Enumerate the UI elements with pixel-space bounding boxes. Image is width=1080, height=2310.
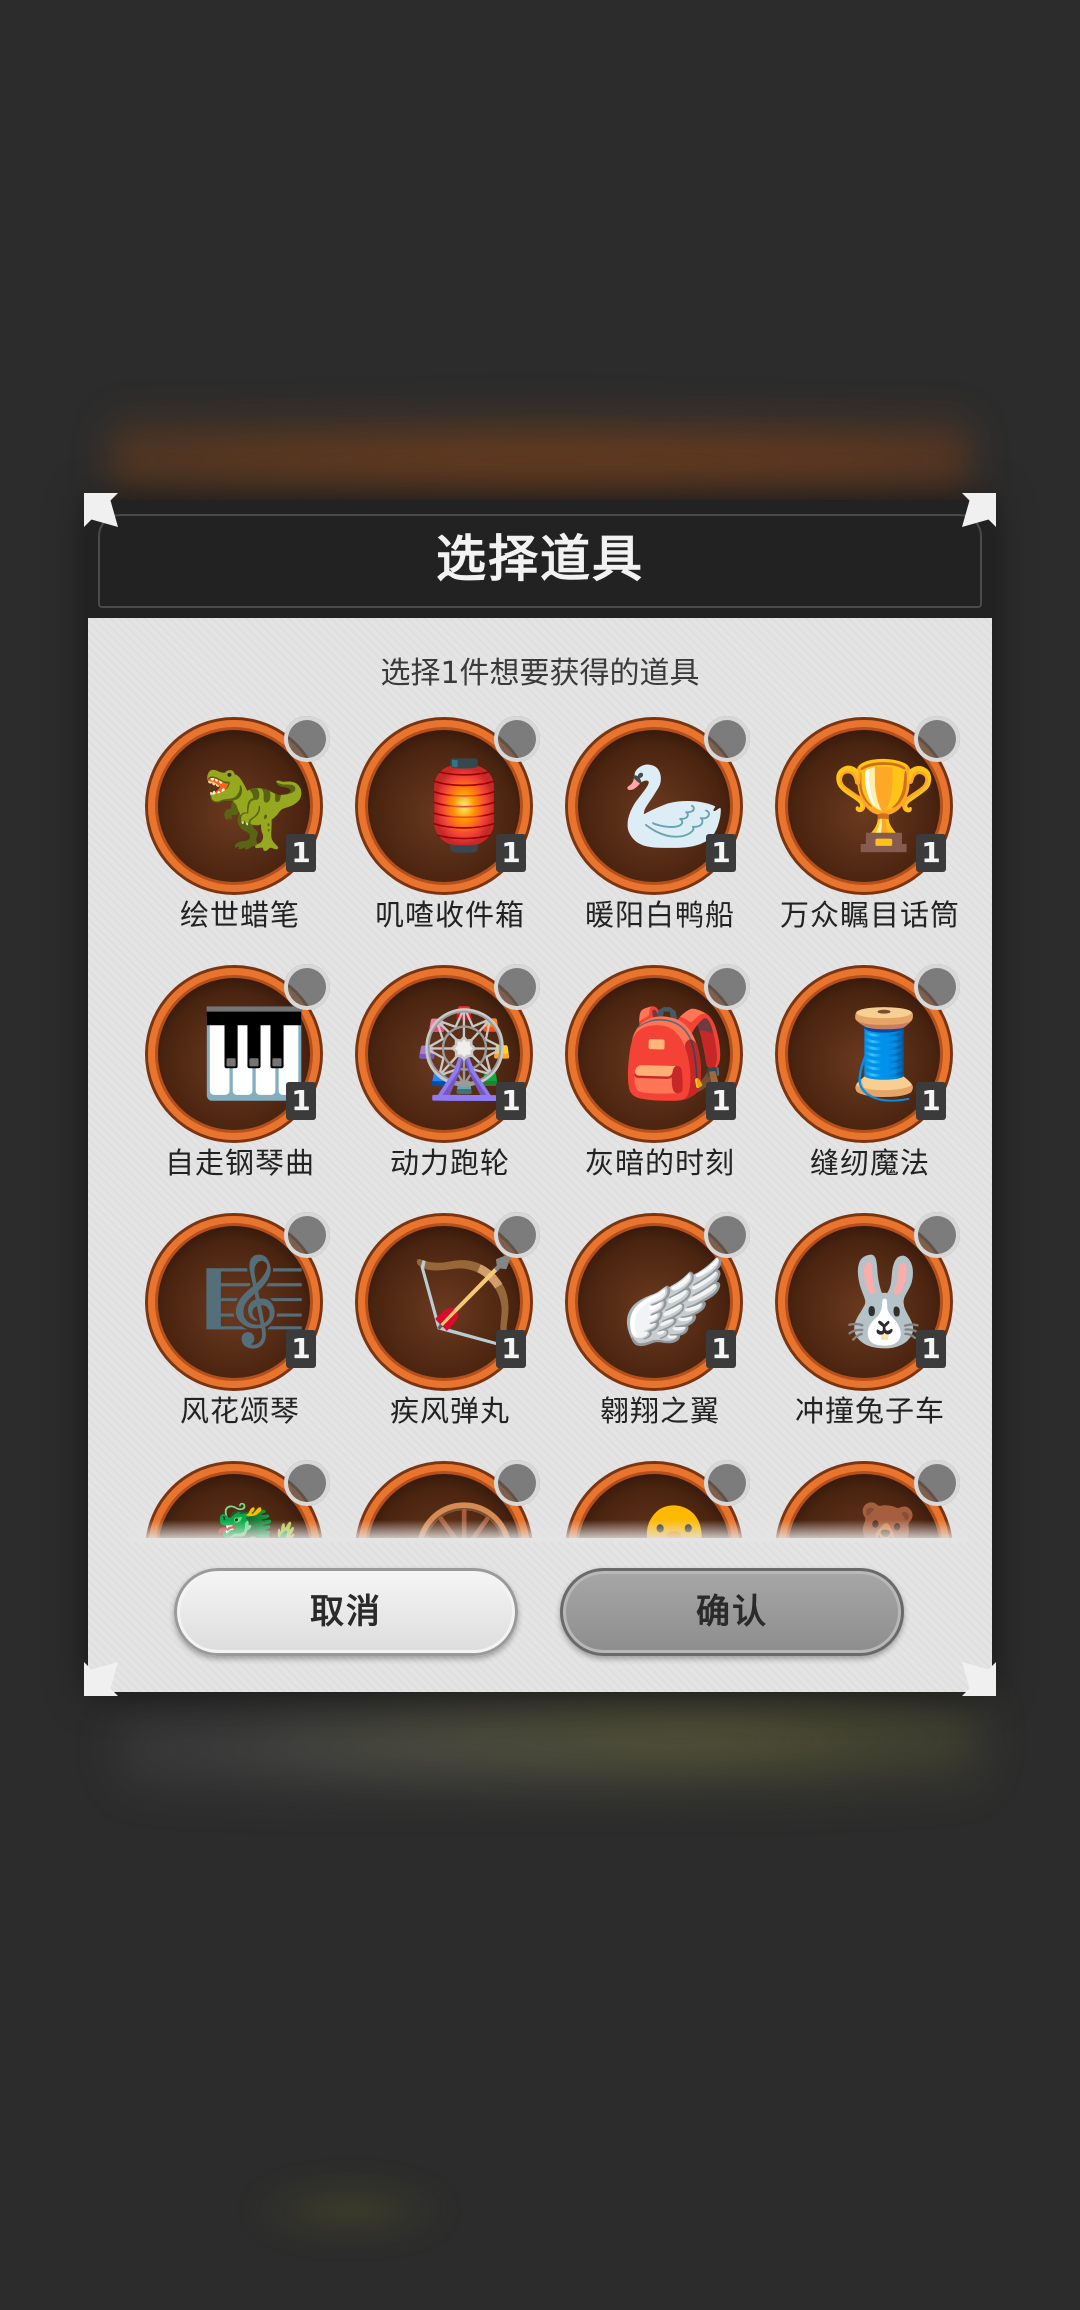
item-quantity-badge: 1 [706, 1082, 736, 1120]
select-radio-icon[interactable] [494, 716, 540, 762]
item-quantity-badge: 1 [706, 1330, 736, 1368]
item-quantity-badge: 1 [496, 834, 526, 872]
item-quantity-badge: 1 [706, 834, 736, 872]
item-card[interactable]: 🦖 1 绘世蜡笔 [128, 716, 338, 964]
background-glow-foot [250, 2180, 450, 2240]
item-name: 风花颂琴 [179, 1394, 300, 1428]
select-radio-icon[interactable] [704, 1460, 750, 1506]
corner-ornament-icon [962, 1662, 996, 1696]
item-quantity-badge: 1 [916, 834, 946, 872]
select-radio-icon[interactable] [284, 1460, 330, 1506]
item-quantity-badge: 1 [286, 1082, 316, 1120]
item-card[interactable]: 🎡 1 动力跑轮 [338, 964, 548, 1212]
item-grid-viewport[interactable]: 🦖 1 绘世蜡笔 🏮 1 叽喳收件箱 🦢 1 暖阳白鸭船 🏆 1 万众瞩目话筒 🎹 1 自走钢琴曲 🎡 1 动力跑… [128, 716, 968, 1538]
select-radio-icon[interactable] [914, 964, 960, 1010]
item-name: 冲撞兔子车 [794, 1394, 945, 1428]
item-card[interactable]: 🎹 1 自走钢琴曲 [128, 964, 338, 1212]
item-card[interactable]: 🧵 1 缝纫魔法 [758, 964, 968, 1212]
select-radio-icon[interactable] [284, 716, 330, 762]
item-name: 灰暗的时刻 [584, 1146, 735, 1180]
item-name: 动力跑轮 [389, 1146, 510, 1180]
item-name: 翱翔之翼 [599, 1394, 720, 1428]
dialog-title: 选择道具 [436, 530, 644, 588]
confirm-button[interactable]: 确认 [560, 1568, 904, 1656]
item-name: 叽喳收件箱 [374, 898, 525, 932]
select-radio-icon[interactable] [914, 716, 960, 762]
select-radio-icon[interactable] [914, 1460, 960, 1506]
select-radio-icon[interactable] [914, 1212, 960, 1258]
cancel-button[interactable]: 取消 [174, 1568, 518, 1656]
select-radio-icon[interactable] [284, 1212, 330, 1258]
item-card[interactable]: 🎒 1 灰暗的时刻 [548, 964, 758, 1212]
select-item-dialog: 选择道具 选择1件想要获得的道具 🦖 1 绘世蜡笔 🏮 1 叽喳收件箱 🦢 1 暖阳白鸭船 🏆 1 万… [88, 500, 992, 1692]
item-quantity-badge: 1 [916, 1330, 946, 1368]
item-card[interactable]: 🏆 1 万众瞩目话筒 [758, 716, 968, 964]
item-card[interactable]: 🏹 1 疾风弹丸 [338, 1212, 548, 1460]
item-quantity-badge: 1 [496, 1330, 526, 1368]
item-grid: 🦖 1 绘世蜡笔 🏮 1 叽喳收件箱 🦢 1 暖阳白鸭船 🏆 1 万众瞩目话筒 🎹 1 自走钢琴曲 🎡 1 动力跑… [128, 716, 968, 1538]
item-quantity-badge: 1 [286, 1330, 316, 1368]
select-radio-icon[interactable] [704, 964, 750, 1010]
item-name: 暖阳白鸭船 [584, 898, 735, 932]
dialog-header: 选择道具 [88, 500, 992, 618]
item-card[interactable]: 🎼 1 风花颂琴 [128, 1212, 338, 1460]
item-name: 自走钢琴曲 [164, 1146, 315, 1180]
select-radio-icon[interactable] [494, 1460, 540, 1506]
item-card[interactable]: 🪽 1 翱翔之翼 [548, 1212, 758, 1460]
item-quantity-badge: 1 [496, 1082, 526, 1120]
dialog-subtitle: 选择1件想要获得的道具 [380, 656, 700, 691]
item-name: 万众瞩目话筒 [779, 898, 960, 932]
item-name: 绘世蜡笔 [179, 898, 300, 932]
select-radio-icon[interactable] [704, 716, 750, 762]
select-radio-icon[interactable] [704, 1212, 750, 1258]
item-quantity-badge: 1 [916, 1082, 946, 1120]
item-card[interactable]: 🏮 1 叽喳收件箱 [338, 716, 548, 964]
select-radio-icon[interactable] [494, 964, 540, 1010]
grid-fade [128, 1520, 968, 1542]
item-quantity-badge: 1 [286, 834, 316, 872]
select-radio-icon[interactable] [494, 1212, 540, 1258]
item-card[interactable]: 🐰 1 冲撞兔子车 [758, 1212, 968, 1460]
item-name: 疾风弹丸 [389, 1394, 510, 1428]
item-card[interactable]: 🦢 1 暖阳白鸭船 [548, 716, 758, 964]
select-radio-icon[interactable] [284, 964, 330, 1010]
item-name: 缝纫魔法 [809, 1146, 930, 1180]
background-glow-bottom [120, 1690, 980, 1810]
